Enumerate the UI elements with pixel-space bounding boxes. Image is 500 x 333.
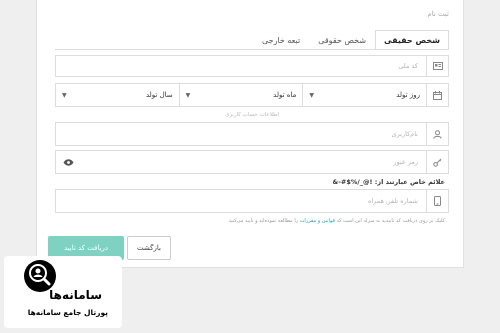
- birth-month-label: ماه تولد: [273, 91, 297, 99]
- national-code-field: کد ملی: [55, 55, 449, 77]
- chevron-down-icon: ▼: [309, 91, 314, 99]
- person-type-tabs: شخص حقیقی شخص حقوقی تبعه خارجی: [253, 30, 449, 50]
- account-info-section-label: اطلاعات حساب کاربری: [225, 112, 279, 118]
- terms-notice: کلیک بر روی دریافت کد تاییدیه به منزله ا…: [229, 218, 445, 224]
- mobile-phone-icon: [426, 190, 448, 212]
- birth-year-select[interactable]: سال تولد ▼: [56, 84, 179, 106]
- watermark-subtitle: پورتال جامع سامانه‌ها: [27, 308, 108, 317]
- tab-natural-person[interactable]: شخص حقیقی: [375, 30, 449, 50]
- terms-text-after: را مطالعه نموده‌اید و تایید می‌کنید: [228, 218, 299, 224]
- tab-foreign-national[interactable]: تبعه خارجی: [253, 30, 309, 50]
- registration-card: ثبت نام شخص حقیقی شخص حقوقی تبعه خارجی ک…: [36, 0, 464, 268]
- phone-field: شماره تلفن همراه: [55, 189, 449, 213]
- form-title: ثبت نام: [427, 10, 449, 18]
- password-input[interactable]: رمز عبور: [80, 151, 426, 173]
- key-icon: [426, 151, 448, 173]
- username-input[interactable]: نام‌کاربری: [56, 123, 426, 145]
- password-field: رمز عبور: [55, 150, 449, 174]
- chevron-down-icon: ▼: [185, 91, 191, 99]
- birth-year-label: سال تولد: [145, 91, 173, 99]
- tab-legal-person[interactable]: شخص حقوقی: [309, 30, 375, 50]
- username-field: نام‌کاربری: [55, 122, 449, 146]
- terms-link[interactable]: قوانین و مقررات: [300, 218, 335, 224]
- id-card-icon: [426, 56, 448, 76]
- birth-day-label: روز تولد: [396, 91, 420, 99]
- back-button[interactable]: بازگشت: [127, 236, 171, 260]
- national-code-input[interactable]: کد ملی: [56, 56, 426, 76]
- special-chars-hint: علائم خاص عبارتند از: !@_/%$#-&: [332, 178, 445, 186]
- tabs-divider: [55, 49, 449, 50]
- phone-input[interactable]: شماره تلفن همراه: [56, 190, 426, 212]
- birth-day-select[interactable]: روز تولد ▼: [302, 84, 426, 106]
- calendar-icon: [426, 84, 448, 106]
- eye-icon[interactable]: [56, 151, 80, 173]
- birth-month-select[interactable]: ماه تولد ▼: [178, 84, 303, 106]
- chevron-down-icon: ▼: [61, 91, 67, 99]
- birth-date-row: روز تولد ▼ ماه تولد ▼ سال تولد ▼: [55, 83, 449, 107]
- watermark-logo: سامانه‌ها پورتال جامع سامانه‌ها: [4, 256, 122, 328]
- user-icon: [426, 123, 448, 145]
- terms-text-before: کلیک بر روی دریافت کد تاییدیه به منزله ا…: [336, 218, 445, 224]
- watermark-name: سامانه‌ها: [49, 288, 102, 302]
